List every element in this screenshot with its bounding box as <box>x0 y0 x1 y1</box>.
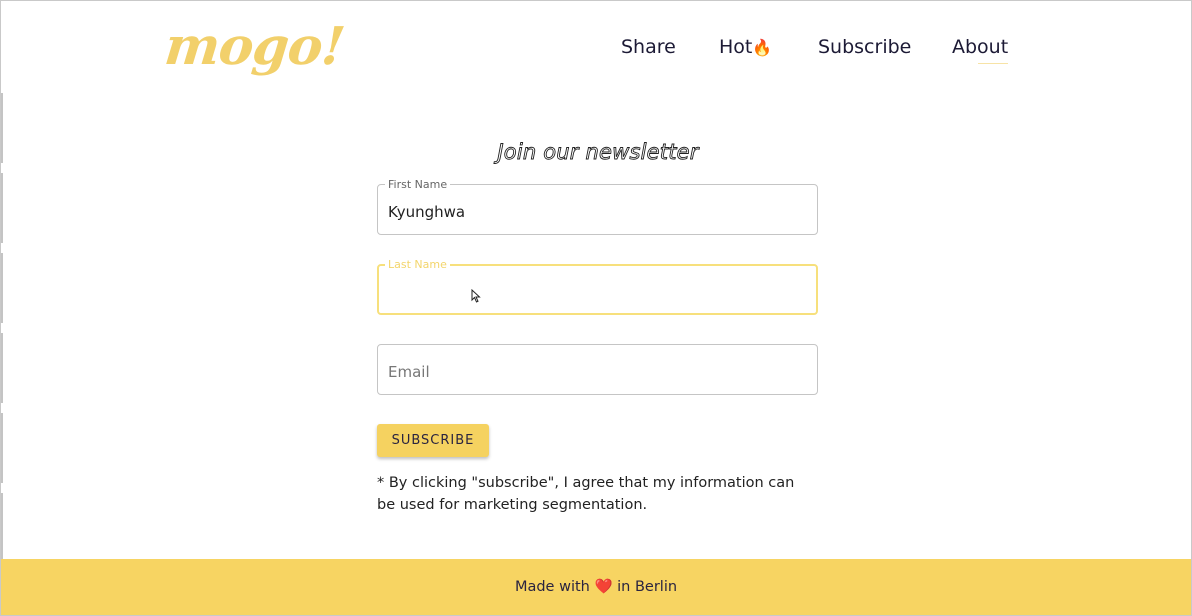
main-nav: Share Hot🔥 Subscribe About <box>1 34 1191 64</box>
nav-item-about[interactable]: About <box>952 34 1009 64</box>
disclaimer-text: * By clicking "subscribe", I agree that … <box>377 475 795 513</box>
heart-icon: ❤️ <box>594 579 613 595</box>
fire-icon: 🔥 <box>752 38 773 57</box>
nav-item-hot[interactable]: Hot🔥 <box>719 34 772 61</box>
first-name-field: First Name <box>377 178 818 236</box>
footer: Made with ❤️ in Berlin <box>1 559 1191 615</box>
email-field <box>377 344 818 396</box>
last-name-field: Last Name <box>377 258 818 315</box>
newsletter-title: Join our newsletter <box>497 140 699 165</box>
page: mogo! Share Hot🔥 Subscribe About Join ou… <box>0 0 1192 616</box>
first-name-input[interactable] <box>388 185 808 236</box>
left-edge-divider <box>1 93 3 563</box>
mouse-cursor-icon <box>471 289 481 303</box>
footer-prefix: Made with <box>514 579 590 595</box>
subscribe-button[interactable]: SUBSCRIBE <box>377 424 489 457</box>
nav-item-hot-label: Hot <box>719 36 753 58</box>
nav-item-share[interactable]: Share <box>621 34 676 60</box>
email-input[interactable] <box>388 345 808 396</box>
footer-suffix: in Berlin <box>617 579 678 595</box>
last-name-input[interactable] <box>389 266 809 315</box>
nav-item-subscribe[interactable]: Subscribe <box>818 34 911 60</box>
